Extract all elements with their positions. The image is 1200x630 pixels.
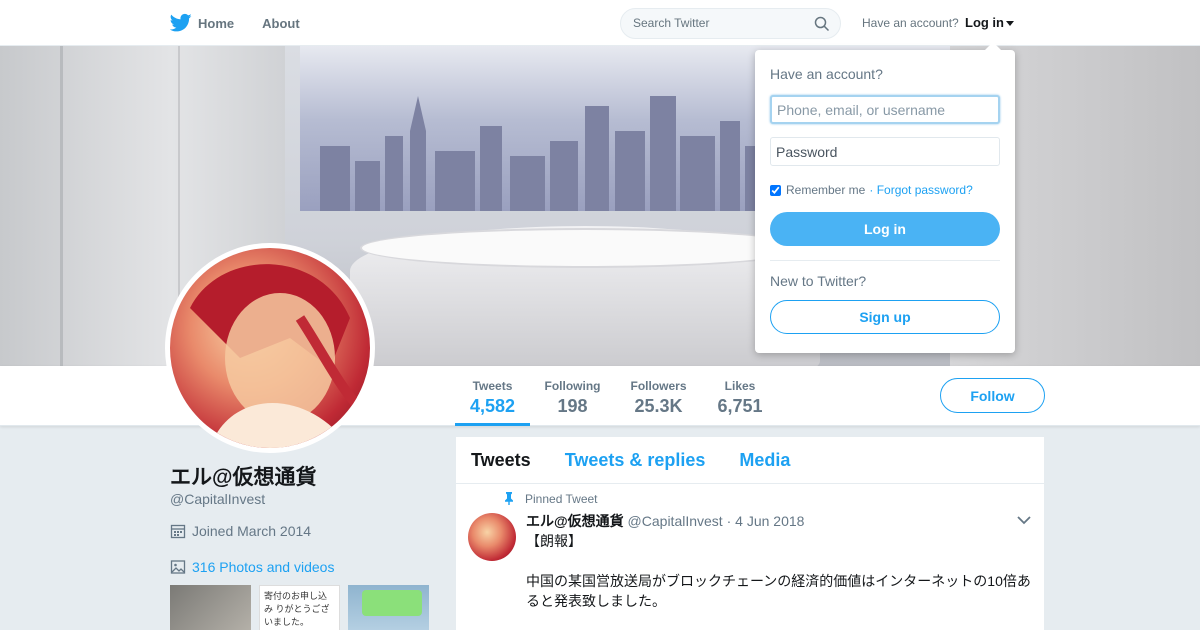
photos-videos-label: 316 Photos and videos <box>192 559 335 575</box>
banner-bathtub-rim <box>360 228 810 268</box>
profile-joined: Joined March 2014 <box>170 523 311 539</box>
tweet-text-line: 【朗報】 <box>526 533 582 549</box>
username-field[interactable] <box>770 95 1000 124</box>
nav-home[interactable]: Home <box>170 13 234 33</box>
tab-media[interactable]: Media <box>739 450 790 471</box>
banner-glass-door <box>60 46 180 366</box>
tweet-author-name[interactable]: エル@仮想通貨 <box>526 513 624 529</box>
stat-likes[interactable]: Likes 6,751 <box>710 366 770 426</box>
chevron-down-icon[interactable] <box>1016 514 1032 526</box>
stat-tweets[interactable]: Tweets 4,582 <box>455 366 530 426</box>
tab-tweets[interactable]: Tweets <box>471 450 531 471</box>
remember-me-row: Remember me · Forgot password? <box>770 183 973 197</box>
have-account-text: Have an account? <box>862 16 959 30</box>
stat-following[interactable]: Following 198 <box>540 366 605 426</box>
stat-following-value: 198 <box>557 396 588 416</box>
stat-likes-label: Likes <box>724 379 756 393</box>
media-thumbnail[interactable] <box>348 585 429 630</box>
stat-likes-value: 6,751 <box>717 396 763 416</box>
caret-down-icon <box>1006 21 1014 27</box>
pinned-tweet-label: Pinned Tweet <box>525 492 598 506</box>
remember-me-label[interactable]: Remember me <box>786 183 865 197</box>
profile-avatar[interactable] <box>165 243 375 453</box>
twitter-bird-icon <box>170 13 192 32</box>
nav-home-label: Home <box>198 15 235 31</box>
pin-icon <box>505 492 513 505</box>
tweet-header: エル@仮想通貨 @CapitalInvest · 4 Jun 2018 <box>526 511 804 531</box>
profile-handle[interactable]: @CapitalInvest <box>170 491 265 507</box>
dropdown-arrow <box>985 42 1001 50</box>
media-thumbnail[interactable]: 寄付のお申し込み りがとうございました。 <box>259 585 340 630</box>
photos-videos-link[interactable]: 316 Photos and videos <box>170 559 334 575</box>
remember-me-checkbox[interactable] <box>770 184 781 196</box>
login-menu-toggle[interactable]: Log in <box>965 15 1014 30</box>
profile-name[interactable]: エル@仮想通貨 <box>170 461 316 491</box>
tweet-text-line: 中国の某国営放送局がブロックチェーンの経済的価値はインターネットの10倍あると発… <box>526 573 1031 609</box>
image-icon <box>170 560 186 574</box>
forgot-password-link[interactable]: · Forgot password? <box>869 183 972 197</box>
tweet-author-handle[interactable]: @CapitalInvest <box>628 513 723 529</box>
dropdown-title: Have an account? <box>770 66 883 82</box>
nav-left: Home About <box>170 0 328 46</box>
stat-following-label: Following <box>544 379 601 393</box>
tweet-date[interactable]: · 4 Jun 2018 <box>727 513 805 529</box>
stat-tweets-label: Tweets <box>472 379 513 393</box>
stat-followers-label: Followers <box>630 379 687 393</box>
timeline-tabs: Tweets Tweets & replies Media <box>456 437 1044 484</box>
stat-followers[interactable]: Followers 25.3K <box>625 366 692 426</box>
top-navigation-bar: Home About Have an account? Log in <box>0 0 1200 46</box>
nav-about-label: About <box>262 15 300 31</box>
login-menu-label: Log in <box>965 15 1004 30</box>
media-thumbnail[interactable] <box>170 585 251 630</box>
search-icon[interactable] <box>814 16 830 32</box>
signup-button[interactable]: Sign up <box>770 300 1000 334</box>
tweet-avatar[interactable] <box>468 513 516 561</box>
chat-bubble-graphic <box>362 590 422 616</box>
profile-joined-text: Joined March 2014 <box>192 523 312 539</box>
login-button[interactable]: Log in <box>770 212 1000 246</box>
search-box[interactable] <box>620 8 841 39</box>
search-input[interactable] <box>633 16 803 30</box>
tweet-text: 【朗報】 中国の某国営放送局がブロックチェーンの経済的価値はインターネットの10… <box>526 531 1036 611</box>
divider <box>770 260 1000 261</box>
timeline: Tweets Tweets & replies Media Pinned Twe… <box>456 437 1044 630</box>
stat-tweets-value: 4,582 <box>469 396 516 416</box>
stat-followers-value: 25.3K <box>634 396 683 416</box>
new-to-twitter-text: New to Twitter? <box>770 273 867 289</box>
avatar-illustration <box>190 264 364 448</box>
password-field[interactable] <box>770 137 1000 166</box>
calendar-icon <box>170 524 186 539</box>
login-dropdown: Have an account? Remember me · Forgot pa… <box>755 42 1015 353</box>
tab-tweets-replies[interactable]: Tweets & replies <box>565 450 706 471</box>
nav-about[interactable]: About <box>262 16 300 31</box>
follow-button[interactable]: Follow <box>940 378 1045 413</box>
